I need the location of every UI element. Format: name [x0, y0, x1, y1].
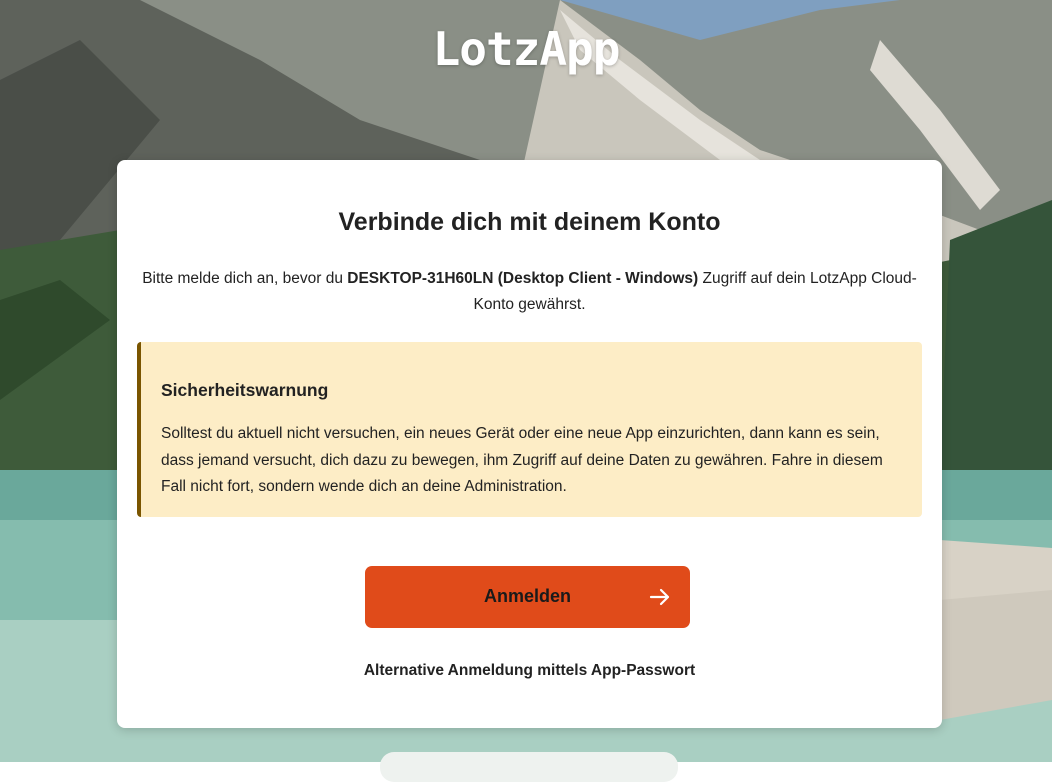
footer-pill — [380, 752, 678, 782]
intro-text-before: Bitte melde dich an, bevor du — [142, 270, 348, 287]
app-logo: LotzApp — [432, 22, 621, 76]
card-title: Verbinde dich mit deinem Konto — [338, 208, 721, 236]
arrow-right-icon — [649, 588, 670, 606]
security-warning-box: Sicherheitswarnung Solltest du aktuell n… — [137, 342, 922, 517]
alternative-login-link[interactable]: Alternative Anmeldung mittels App-Passwo… — [117, 662, 942, 680]
login-card: Verbinde dich mit deinem Konto Bitte mel… — [117, 160, 942, 728]
warning-title: Sicherheitswarnung — [161, 380, 329, 400]
login-button-label: Anmelden — [483, 586, 571, 606]
warning-text: Solltest du aktuell nicht versuchen, ein… — [161, 425, 883, 495]
login-button[interactable]: Anmelden — [365, 566, 690, 628]
intro-text: Bitte melde dich an, bevor du DESKTOP-31… — [137, 266, 922, 318]
device-name: DESKTOP-31H60LN (Desktop Client - Window… — [347, 270, 699, 287]
